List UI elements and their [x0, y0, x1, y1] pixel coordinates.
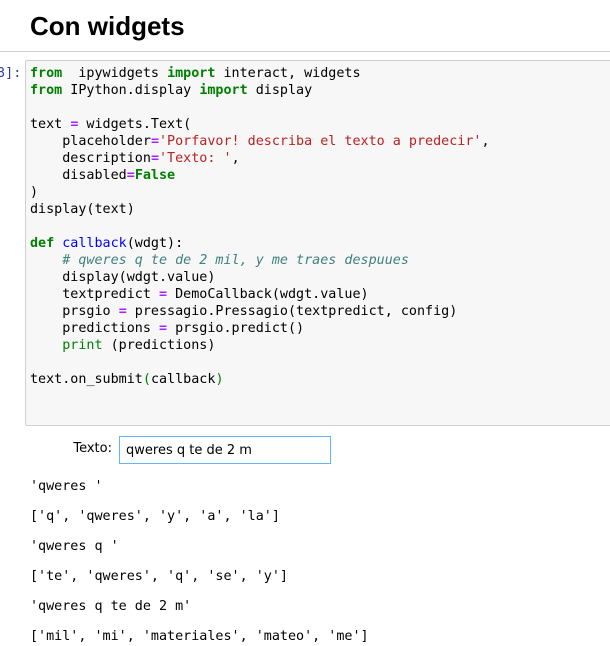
code-line: placeholder='Porfavor! describa el texto…: [30, 134, 490, 149]
code-line: disabled=False: [30, 168, 176, 183]
output-line: ['mil', 'mi', 'materiales', 'mateo', 'me…: [30, 629, 369, 644]
output-line: 'qweres q te de 2 m': [30, 599, 192, 614]
code-line: display(wdgt.value): [30, 270, 216, 285]
text-widget: Texto:: [30, 436, 340, 464]
texto-input[interactable]: [119, 436, 331, 464]
output-line: 'qweres ': [30, 479, 103, 494]
code-cell[interactable]: from ipywidgets import interact, widgets…: [25, 60, 610, 426]
output-line: 'qweres q ': [30, 539, 119, 554]
widget-description-label: Texto:: [73, 441, 112, 456]
output-line: ['te', 'qweres', 'q', 'se', 'y']: [30, 569, 288, 584]
code-line: text = widgets.Text(: [30, 117, 192, 132]
code-line: from ipywidgets import interact, widgets: [30, 66, 361, 81]
heading-divider: [0, 51, 610, 52]
code-editor[interactable]: from ipywidgets import interact, widgets…: [30, 65, 490, 388]
code-line: description='Texto: ',: [30, 151, 240, 166]
code-line: from IPython.display import display: [30, 83, 313, 98]
section-heading: Con widgets: [30, 11, 185, 41]
code-line: print (predictions): [30, 338, 216, 353]
code-line: # qweres q te de 2 mil, y me traes despu…: [30, 253, 409, 268]
code-line: def callback(wdgt):: [30, 236, 184, 251]
code-line: textpredict = DemoCallback(wdgt.value): [30, 287, 369, 302]
output-line: ['q', 'qweres', 'y', 'a', 'la']: [30, 509, 280, 524]
code-line: text.on_submit(callback): [30, 372, 224, 387]
code-line: display(text): [30, 202, 135, 217]
code-line: prsgio = pressagio.Pressagio(textpredict…: [30, 304, 458, 319]
cell-execution-prompt: 3]:: [0, 65, 22, 81]
code-line: predictions = prsgio.predict(): [30, 321, 305, 336]
code-line: ): [30, 185, 39, 200]
